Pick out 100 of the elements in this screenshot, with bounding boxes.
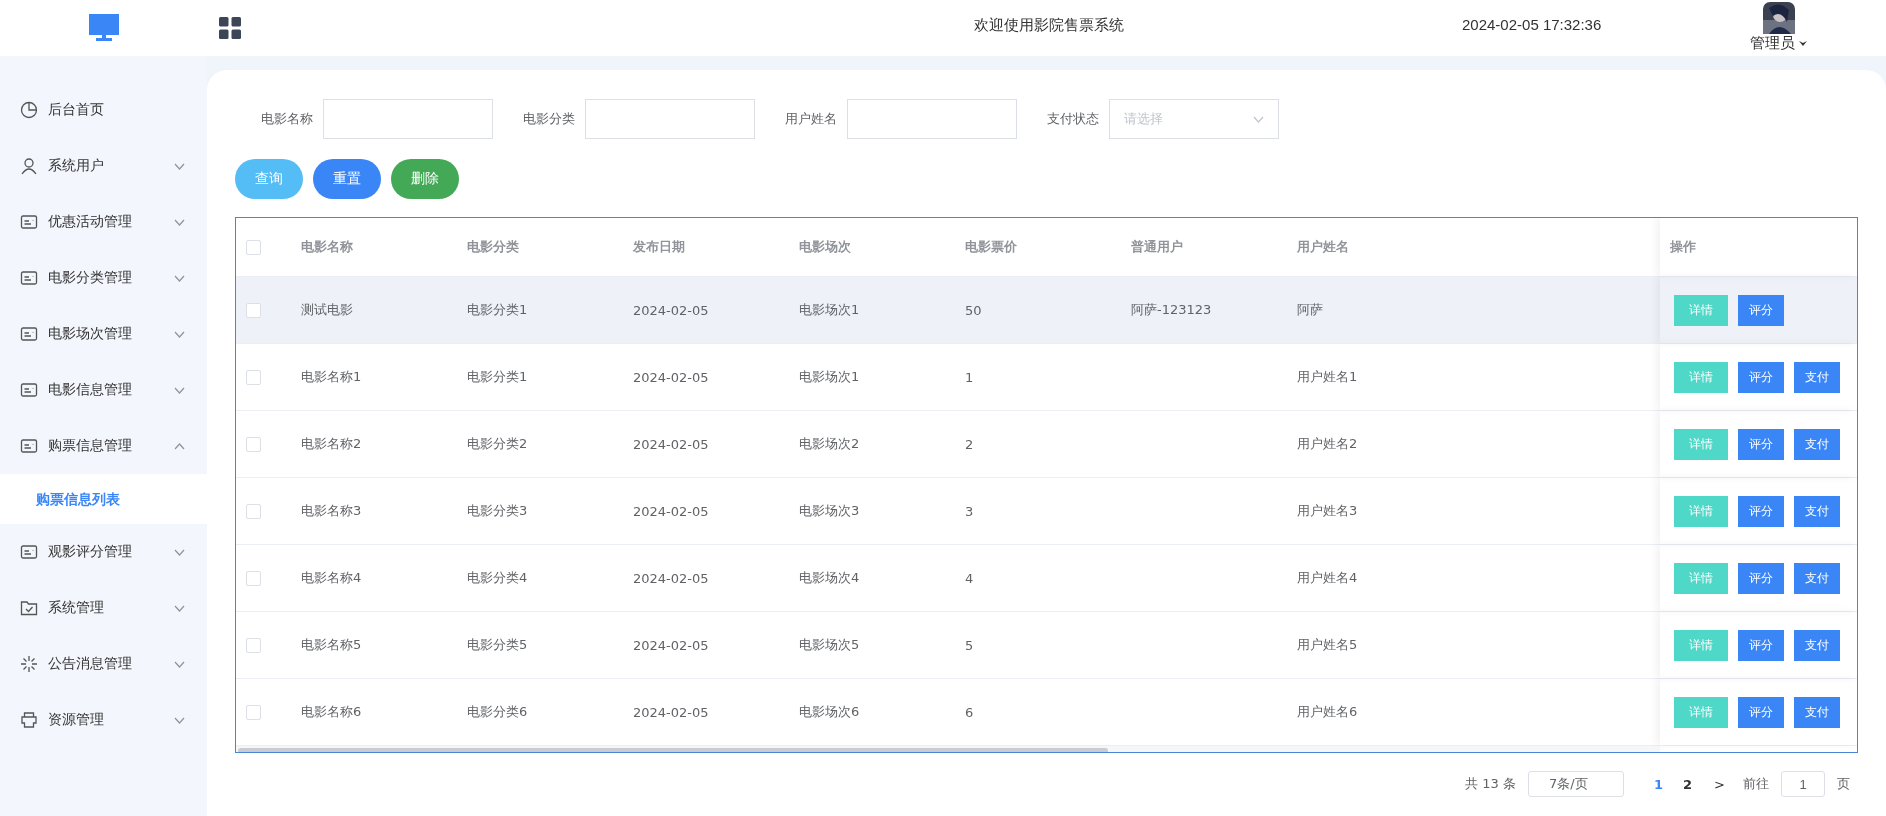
sidebar-item[interactable]: 购票信息管理 <box>0 418 207 474</box>
sidebar-item[interactable]: 电影场次管理 <box>0 306 207 362</box>
table-row[interactable]: 电影名称1 电影分类1 2024-02-05 电影场次1 1 用户姓名1 详情 评分 支付 <box>236 344 1857 411</box>
table-cell: 电影分类3 <box>467 503 528 518</box>
table-cell: 电影场次6 <box>799 704 860 719</box>
table-cell: 电影名称6 <box>301 704 362 719</box>
rate-button[interactable]: 评分 <box>1738 696 1784 728</box>
table-cell: 用户姓名4 <box>1297 570 1358 585</box>
sidebar-item[interactable]: 后台首页 <box>0 82 207 138</box>
filter-label: 电影分类 <box>523 110 575 128</box>
table-cell: 电影分类4 <box>467 570 528 585</box>
input-field[interactable] <box>847 99 1017 139</box>
table-cell: 阿萨 <box>1297 302 1323 317</box>
sidebar-item[interactable]: 系统用户 <box>0 138 207 194</box>
sidebar-item[interactable]: 电影信息管理 <box>0 362 207 418</box>
page-number[interactable]: 1 <box>1650 776 1668 792</box>
table-cell: 3 <box>965 503 974 519</box>
card-icon <box>20 325 38 343</box>
table-row[interactable]: 测试电影 电影分类1 2024-02-05 电影场次1 50 阿萨-123123 阿萨 详情 评分 <box>236 277 1857 344</box>
grid-icon[interactable] <box>219 17 241 39</box>
pay-button[interactable]: 支付 <box>1794 361 1840 393</box>
column-header: 发布日期 <box>633 239 685 254</box>
table-cell: 6 <box>965 704 974 720</box>
page-size-select[interactable]: 7条/页 <box>1528 771 1624 797</box>
monitor-icon <box>88 14 119 42</box>
filter-label: 支付状态 <box>1047 110 1099 128</box>
table-cell: 电影分类1 <box>467 302 528 317</box>
rate-button[interactable]: 评分 <box>1738 428 1784 460</box>
table-cell: 电影分类5 <box>467 637 528 652</box>
column-header: 电影票价 <box>965 239 1017 254</box>
column-header: 操作 <box>1670 238 1696 256</box>
rate-button[interactable]: 评分 <box>1738 629 1784 661</box>
table-cell: 2024-02-05 <box>633 570 709 586</box>
table-cell: 电影名称2 <box>301 436 362 451</box>
column-header: 电影分类 <box>467 239 519 254</box>
sidebar-item[interactable]: 公告消息管理 <box>0 636 207 692</box>
column-header: 电影名称 <box>301 239 353 254</box>
pay-button[interactable]: 支付 <box>1794 629 1840 661</box>
date-time: 2024-02-05 17:32:36 <box>1462 16 1602 33</box>
sidebar-item[interactable]: 资源管理 <box>0 692 207 748</box>
sidebar-item[interactable]: 优惠活动管理 <box>0 194 207 250</box>
table-row[interactable]: 电影名称3 电影分类3 2024-02-05 电影场次3 3 用户姓名3 详情 评分 支付 <box>236 478 1857 545</box>
table-cell: 2024-02-05 <box>633 637 709 653</box>
folder-check-icon <box>20 599 38 617</box>
sidebar-subitem[interactable]: 购票信息列表 <box>0 474 207 524</box>
checkbox[interactable] <box>246 704 261 720</box>
table-cell: 电影场次5 <box>799 637 860 652</box>
checkbox[interactable] <box>246 503 261 519</box>
card-icon <box>20 437 38 455</box>
select-field[interactable]: 请选择 <box>1109 99 1279 139</box>
pay-button[interactable]: 支付 <box>1794 562 1840 594</box>
table-cell: 2024-02-05 <box>633 704 709 720</box>
rate-button[interactable]: 评分 <box>1738 361 1784 393</box>
pay-button[interactable]: 支付 <box>1794 696 1840 728</box>
table-cell: 2024-02-05 <box>633 302 709 318</box>
checkbox[interactable] <box>246 436 261 452</box>
rate-button[interactable]: 评分 <box>1738 495 1784 527</box>
page-input[interactable]: 1 <box>1781 771 1825 797</box>
user-menu[interactable]: 管理员 <box>1750 34 1807 53</box>
checkbox[interactable] <box>246 369 261 385</box>
sidebar-item[interactable]: 观影评分管理 <box>0 524 207 580</box>
table-row[interactable]: 电影名称5 电影分类5 2024-02-05 电影场次5 5 用户姓名5 详情 评分 支付 <box>236 612 1857 679</box>
table-cell: 2 <box>965 436 974 452</box>
table-cell: 1 <box>965 369 974 385</box>
user-icon <box>20 157 38 175</box>
table-cell: 电影场次2 <box>799 436 860 451</box>
sidebar-item[interactable]: 系统管理 <box>0 580 207 636</box>
sidebar-item[interactable]: 电影分类管理 <box>0 250 207 306</box>
input-field[interactable] <box>323 99 493 139</box>
checkbox[interactable] <box>246 302 261 318</box>
input-field[interactable] <box>585 99 755 139</box>
table-row[interactable]: 电影名称2 电影分类2 2024-02-05 电影场次2 2 用户姓名2 详情 评分 支付 <box>236 411 1857 478</box>
table-cell: 5 <box>965 637 974 653</box>
printer-icon <box>20 711 38 729</box>
table-cell: 50 <box>965 302 982 318</box>
next-page-button[interactable]: > <box>1708 775 1731 793</box>
reset-button[interactable]: 重置 <box>313 159 381 199</box>
table-row[interactable]: 电影名称4 电影分类4 2024-02-05 电影场次4 4 用户姓名4 详情 评分 支付 <box>236 545 1857 612</box>
table-cell: 用户姓名2 <box>1297 436 1358 451</box>
checkbox[interactable] <box>246 239 261 255</box>
caret-icon <box>1799 40 1807 47</box>
card-icon <box>20 213 38 231</box>
table-cell: 2024-02-05 <box>633 503 709 519</box>
pay-button[interactable]: 支付 <box>1794 495 1840 527</box>
page-suffix: 页 <box>1837 775 1850 793</box>
page-number[interactable]: 2 <box>1679 776 1697 792</box>
column-header: 电影场次 <box>799 239 851 254</box>
filter-label: 用户姓名 <box>785 110 837 128</box>
table-cell: 阿萨-123123 <box>1131 302 1212 317</box>
pay-button[interactable]: 支付 <box>1794 428 1840 460</box>
delete-button[interactable]: 删除 <box>391 159 459 199</box>
checkbox[interactable] <box>246 570 261 586</box>
chevron-icon <box>1253 115 1264 123</box>
rate-button[interactable]: 评分 <box>1738 294 1784 326</box>
table-cell: 用户姓名6 <box>1297 704 1358 719</box>
table-cell: 用户姓名1 <box>1297 369 1358 384</box>
table-cell: 2024-02-05 <box>633 369 709 385</box>
checkbox[interactable] <box>246 637 261 653</box>
search-button[interactable]: 查询 <box>235 159 303 199</box>
rate-button[interactable]: 评分 <box>1738 562 1784 594</box>
